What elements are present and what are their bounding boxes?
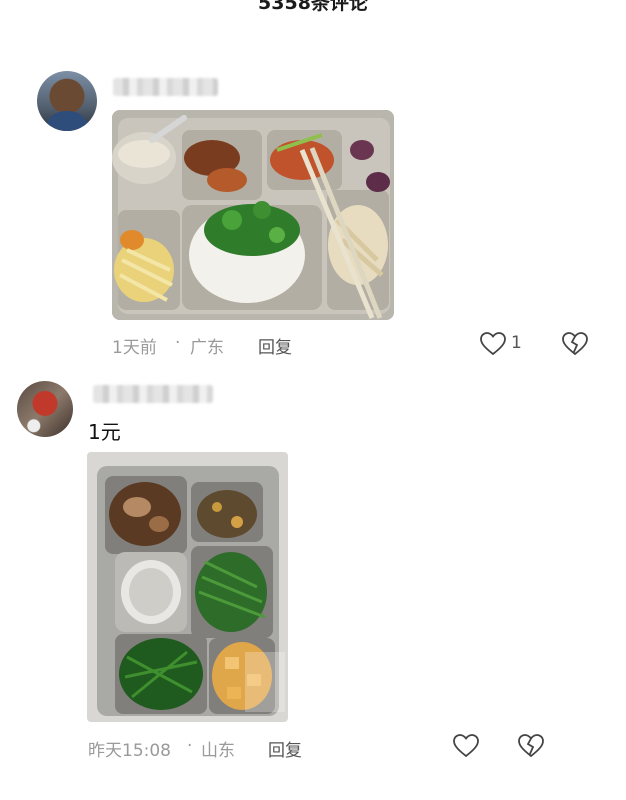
- broken-heart-icon[interactable]: [561, 331, 589, 357]
- username-blurred[interactable]: [113, 78, 218, 96]
- reply-button[interactable]: 回复: [268, 736, 302, 761]
- heart-icon[interactable]: [452, 733, 480, 759]
- meta-separator: ·: [175, 333, 181, 353]
- meta-separator: ·: [187, 736, 193, 756]
- comment-location: 广东: [190, 338, 224, 358]
- broken-heart-icon[interactable]: [517, 733, 545, 759]
- heart-icon[interactable]: [479, 331, 507, 357]
- like-count: 1: [511, 333, 522, 353]
- username-blurred[interactable]: [93, 385, 213, 403]
- comment-time: 昨天15:08: [88, 741, 171, 761]
- comment-photo[interactable]: [112, 110, 394, 320]
- avatar[interactable]: [37, 71, 97, 131]
- avatar[interactable]: [17, 381, 73, 437]
- comment-time: 1天前: [112, 338, 157, 358]
- comment-location: 山东: [201, 741, 235, 761]
- comment-count-title: 5358条评论: [258, 0, 368, 14]
- comment-text: 1元: [88, 420, 121, 444]
- reply-button[interactable]: 回复: [258, 333, 292, 358]
- comment-photo[interactable]: [87, 452, 288, 722]
